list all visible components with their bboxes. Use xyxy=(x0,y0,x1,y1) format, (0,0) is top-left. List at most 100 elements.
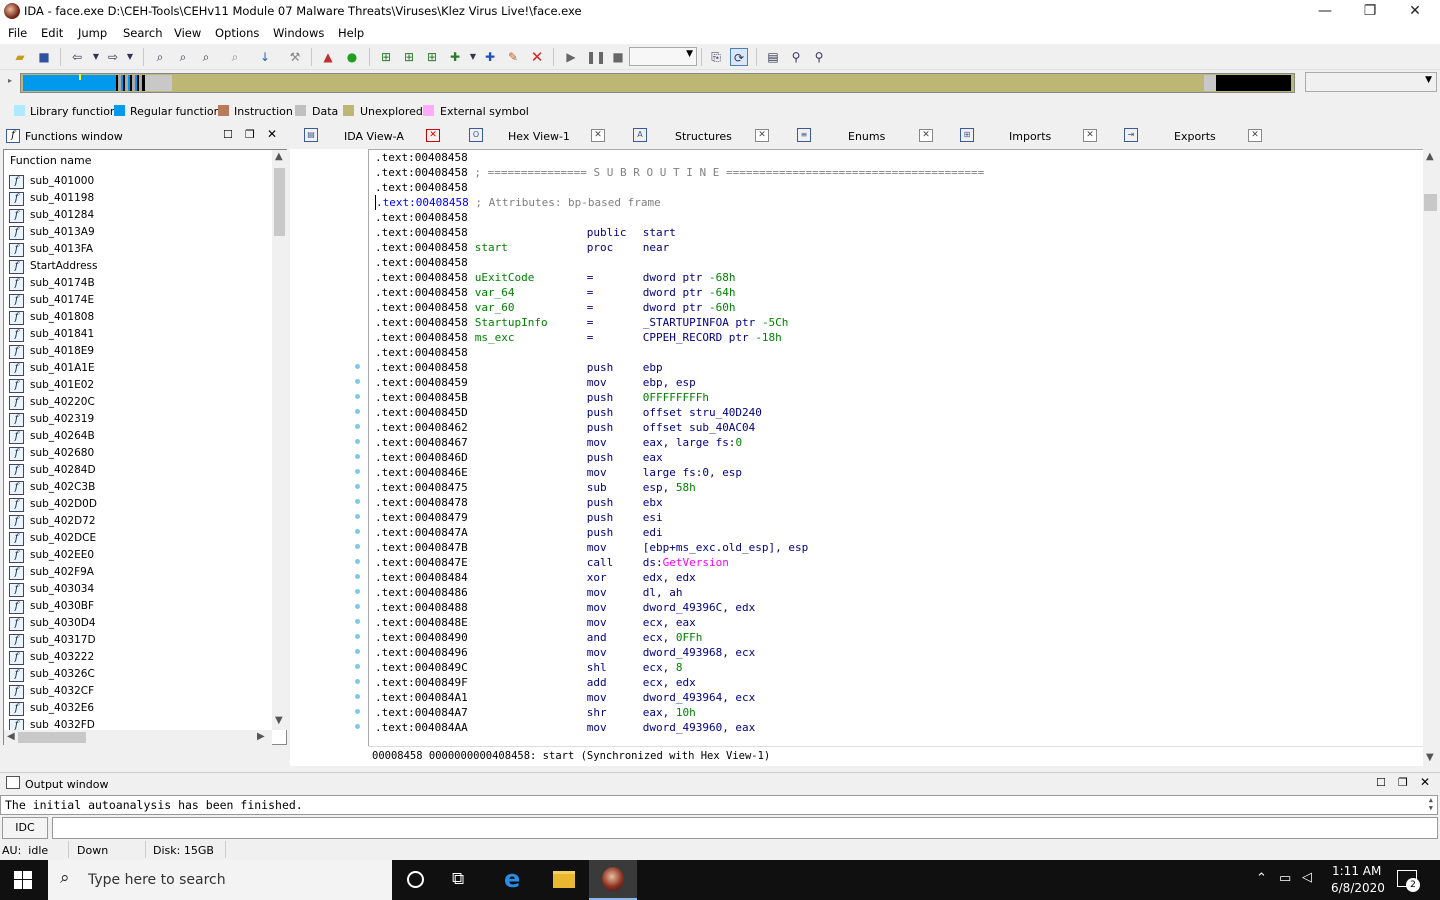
segments-icon[interactable]: ▤ xyxy=(764,48,782,66)
create-function-icon[interactable]: ⊞ xyxy=(377,48,395,66)
scroll-thumb[interactable] xyxy=(274,168,285,236)
breakpoint-dot-icon[interactable] xyxy=(355,694,360,699)
function-list-item[interactable]: f sub_401284 xyxy=(9,208,269,224)
disassembly-view[interactable]: .text:00408458 .text:00408458 ; =========… xyxy=(368,149,1423,746)
function-list-item[interactable]: f sub_40317D xyxy=(9,633,269,649)
breakpoint-dot-icon[interactable] xyxy=(355,589,360,594)
disassembly-line[interactable]: .text:004084AA mov dword_493960, eax xyxy=(375,720,755,735)
breakpoint-dot-icon[interactable] xyxy=(355,409,360,414)
breakpoint-dot-icon[interactable] xyxy=(355,424,360,429)
function-list-item[interactable]: f sub_40174B xyxy=(9,276,269,292)
clock-date[interactable]: 6/8/2020 xyxy=(1331,881,1385,895)
close-tab-icon[interactable]: ✕ xyxy=(426,129,440,142)
binoculars-icon[interactable]: ⌕ xyxy=(226,48,244,66)
close-panel-icon[interactable]: ✕ xyxy=(1420,775,1430,789)
menu-view[interactable]: View xyxy=(174,26,201,40)
disassembly-line[interactable]: .text:0040845B push 0FFFFFFFFh xyxy=(375,390,709,405)
open-folder-icon[interactable]: ▰ xyxy=(11,48,29,66)
volume-muted-icon[interactable]: ◁ xyxy=(1302,870,1312,885)
disassembly-line[interactable]: .text:00408458 xyxy=(375,255,587,270)
functions-horizontal-scrollbar[interactable]: ◀ ▶ xyxy=(4,730,272,745)
function-list-item[interactable]: f sub_40284D xyxy=(9,463,269,479)
function-list-item[interactable]: f sub_4013A9 xyxy=(9,225,269,241)
breakpoint-dot-icon[interactable] xyxy=(355,484,360,489)
minimize-button[interactable]: — xyxy=(1302,0,1348,23)
breakpoint-dropdown-icon[interactable]: ▼ xyxy=(464,48,482,66)
disassembly-line[interactable]: .text:00408458 push ebp xyxy=(375,360,663,375)
stop-icon[interactable]: ■ xyxy=(609,48,627,66)
function-list-item[interactable]: f sub_402EE0 xyxy=(9,548,269,564)
breakpoint-dot-icon[interactable] xyxy=(355,499,360,504)
disassembly-line[interactable]: .text:00408458 ; Attributes: bp-based fr… xyxy=(375,195,661,210)
menu-edit[interactable]: Edit xyxy=(41,26,63,40)
navigation-band[interactable] xyxy=(20,73,1295,93)
breakpoint-dot-icon[interactable] xyxy=(355,619,360,624)
file-explorer-icon[interactable] xyxy=(553,871,575,888)
disassembly-line[interactable]: .text:00408458 xyxy=(375,180,587,195)
add-breakpoint-icon[interactable]: ✚ xyxy=(446,48,464,66)
tab-hex-view[interactable]: O Hex View-1 ✕ xyxy=(465,126,615,147)
save-icon[interactable]: ■ xyxy=(35,48,53,66)
function-name-column-header[interactable]: Function name xyxy=(10,154,91,167)
sync-icon[interactable]: ⟳ xyxy=(730,48,748,66)
plugin-icon[interactable]: ✚ xyxy=(481,48,499,66)
scroll-right-icon[interactable]: ▶ xyxy=(257,731,265,742)
ida-taskbar-button[interactable] xyxy=(589,860,637,900)
breakpoint-dot-icon[interactable] xyxy=(355,679,360,684)
tab-imports[interactable]: ⊞ Imports ✕ xyxy=(958,126,1108,147)
breakpoint-dot-icon[interactable] xyxy=(355,664,360,669)
jump-down-arrow-icon[interactable]: ↓ xyxy=(256,48,274,66)
disassembly-line[interactable]: .text:004084A1 mov dword_493964, ecx xyxy=(375,690,755,705)
function-list-item[interactable]: f sub_403222 xyxy=(9,650,269,666)
scroll-down-icon[interactable]: ▼ xyxy=(275,715,283,726)
debugger-select[interactable]: ▼ xyxy=(629,47,697,66)
nav-segment-select[interactable]: ▼ xyxy=(1305,72,1437,92)
close-tab-icon[interactable]: ✕ xyxy=(1083,129,1097,142)
function-list-item[interactable]: f sub_4013FA xyxy=(9,242,269,258)
function-list-item[interactable]: f sub_402D72 xyxy=(9,514,269,530)
disassembly-line[interactable]: .text:00408458 uExitCode = dword ptr -68h xyxy=(375,270,735,285)
scroll-up-icon[interactable]: ▲ xyxy=(1426,151,1434,162)
function-list-item[interactable]: f sub_40326C xyxy=(9,667,269,683)
close-tab-icon[interactable]: ✕ xyxy=(755,129,769,142)
menu-options[interactable]: Options xyxy=(215,26,259,40)
back-arrow-icon[interactable]: ⇦ xyxy=(68,48,86,66)
close-panel-icon[interactable]: ✕ xyxy=(267,127,277,141)
disassembly-line[interactable]: .text:0040849C shl ecx, 8 xyxy=(375,660,682,675)
disassembly-line[interactable]: .text:00408458 StartupInfo = _STARTUPINFOA … xyxy=(375,315,788,330)
disassembly-line[interactable]: .text:0040847A push edi xyxy=(375,525,663,540)
disassembly-line[interactable]: .text:0040849F add ecx, edx xyxy=(375,675,696,690)
menu-windows[interactable]: Windows xyxy=(273,26,324,40)
function-list-item[interactable]: f sub_402D0D xyxy=(9,497,269,513)
pause-icon[interactable]: ❚❚ xyxy=(586,48,606,66)
breakpoint-dot-icon[interactable] xyxy=(355,604,360,609)
function-list-item[interactable]: f sub_4018E9 xyxy=(9,344,269,360)
breakpoint-dot-icon[interactable] xyxy=(355,454,360,459)
disassembly-line[interactable]: .text:00408467 mov eax, large fs:0 xyxy=(375,435,742,450)
disassembly-line[interactable]: .text:0040847E call ds:GetVersion xyxy=(375,555,729,570)
search-immediate-icon[interactable]: ⌕ xyxy=(197,48,215,66)
output-scroll-arrows-icon[interactable]: ▲ ▼ xyxy=(1429,796,1433,812)
disassembly-line[interactable]: .text:00408496 mov dword_493968, ecx xyxy=(375,645,755,660)
tab-structures[interactable]: A Structures ✕ xyxy=(630,126,780,147)
create-string-icon[interactable]: ⊞ xyxy=(423,48,441,66)
function-list-item[interactable]: f sub_401A1E xyxy=(9,361,269,377)
menu-file[interactable]: File xyxy=(8,26,27,40)
function-list-item[interactable]: f sub_403034 xyxy=(9,582,269,598)
disassembly-line[interactable]: .text:004084A7 shr eax, 10h xyxy=(375,705,696,720)
function-list-item[interactable]: f sub_4030D4 xyxy=(9,616,269,632)
disassembly-line[interactable]: .text:0040846D push eax xyxy=(375,450,663,465)
breakpoint-dot-icon[interactable] xyxy=(355,634,360,639)
clock-time[interactable]: 1:11 AM xyxy=(1332,864,1381,878)
disassembly-line[interactable]: .text:00408458 var_64 = dword ptr -64h xyxy=(375,285,735,300)
disassembly-line[interactable]: .text:00408458 start proc near xyxy=(375,240,669,255)
cross-references-icon[interactable]: ⚲ xyxy=(810,48,828,66)
menu-search[interactable]: Search xyxy=(123,26,163,40)
breakpoint-dot-icon[interactable] xyxy=(355,709,360,714)
line-operand-import[interactable]: GetVersion xyxy=(663,556,729,569)
breakpoint-dot-icon[interactable] xyxy=(355,514,360,519)
search-text-icon[interactable]: ⌕ xyxy=(174,48,192,66)
attach-icon[interactable]: ⎘ xyxy=(707,48,725,66)
function-list-item[interactable]: f StartAddress xyxy=(9,259,269,275)
close-button[interactable]: ✕ xyxy=(1392,0,1438,23)
